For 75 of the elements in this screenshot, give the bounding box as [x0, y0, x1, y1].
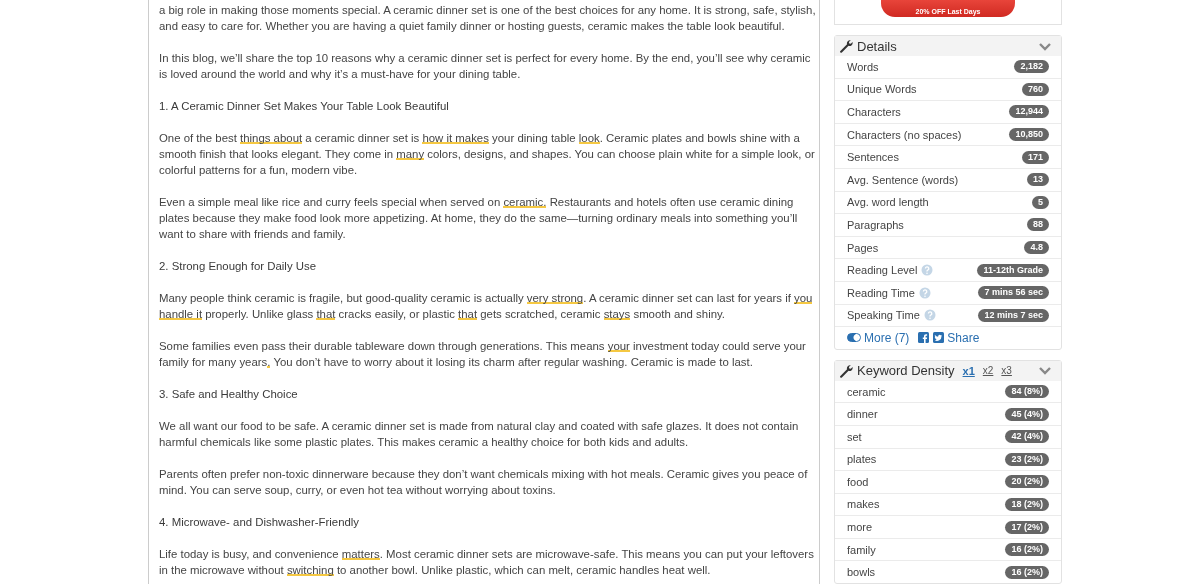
keyword-count: 45 (4%) — [1005, 407, 1049, 421]
keyword-count: 17 (2%) — [1005, 520, 1049, 534]
ngram-tab[interactable]: x1 — [962, 364, 975, 377]
keyword-count: 18 (2%) — [1005, 498, 1049, 511]
section-heading: 2. Strong Enough for Daily Use — [159, 259, 318, 274]
ngram-tab[interactable]: x3 — [1001, 365, 1012, 377]
stat-value: 4.8 — [1024, 241, 1049, 255]
panel-header[interactable]: Keyword Density x1 x2 x3 — [835, 360, 1061, 381]
keyword-label: family — [847, 543, 876, 556]
stat-label: Avg. Sentence (words) — [847, 173, 959, 186]
panel-header[interactable]: Details — [835, 36, 1061, 56]
stat-value: 10,850 — [1009, 128, 1049, 142]
paragraph: In this blog, we’ll share the top 10 reasons why a ceramic dinner set is perfect for every home. By the end, you’ll see why ceramic is loved around the world and why it’s a must-have for your dining table. — [159, 51, 812, 82]
paragraph: Many people think ceramic is fragile, but good-quality ceramic is actually very strong. A ceramic dinner set can last for years if you handle it properly. Unlike glass that cracks easily, or plastic that gets scratched, ceramic stays smooth and shiny. — [159, 291, 814, 322]
help-icon — [921, 264, 934, 277]
stat-label: Characters — [847, 106, 901, 118]
keyword-label: ceramic — [847, 385, 886, 398]
stat-label: Reading Level — [847, 264, 918, 277]
twitter-icon — [933, 332, 945, 344]
paragraph: Parents often prefer non-toxic dinnerware because they don’t want chemicals mixing with hot meals. Ceramic gives you peace of mind. You can serve soup, curry, or even hot tea without worrying about toxins. — [159, 467, 809, 498]
stat-value: 7 mins 56 sec — [978, 286, 1049, 300]
stat-label: Avg. word length — [847, 196, 929, 209]
panel-title: Details — [857, 38, 897, 54]
help-icon — [918, 286, 931, 299]
chevron-down-icon — [1039, 366, 1051, 376]
paragraph: One of the best things about a ceramic dinner set is how it makes your dining table look. Ceramic plates and bowls shine with a smooth finish that looks elegant. They come in many colors, designs, and shapes. You can choose plain white for a simple look, or colorful patterns for a fun, modern vibe. — [159, 131, 816, 178]
stat-value: 760 — [1021, 82, 1049, 96]
paragraph: We all want our food to be safe. A ceramic dinner set is made from natural clay and coated with safe glazes. It does not contain harmful chemicals like some plastic plates. This makes ceramic a healthy choice for both kids and adults. — [159, 419, 800, 450]
keyword-count: 20 (2%) — [1005, 475, 1049, 489]
keyword-label: food — [847, 475, 869, 488]
help-icon — [923, 309, 936, 322]
stat-value: 12 mins 7 sec — [978, 308, 1049, 322]
paragraph: Some families even pass their durable tableware down through generations. This means your investment today could serve your family for many years. You don’t have to worry about it losing its charm after regular washing. Ceramic is made to last. — [159, 339, 807, 370]
toggle-icon — [847, 333, 861, 343]
stat-value: 171 — [1021, 150, 1049, 164]
stat-label: Sentences — [847, 151, 899, 164]
ngram-tab[interactable]: x2 — [982, 365, 994, 377]
keyword-label: bowls — [847, 566, 876, 579]
more-link[interactable]: More (7) — [864, 330, 910, 345]
stat-value: 11-12th Grade — [977, 263, 1049, 277]
wrench-icon — [839, 38, 853, 54]
stat-label: Words — [847, 60, 879, 73]
keyword-label: plates — [847, 453, 877, 466]
stat-label: Characters (no spaces) — [847, 128, 962, 141]
text-editor[interactable] — [148, 0, 820, 584]
stat-value: 2,182 — [1014, 60, 1049, 74]
keyword-label: dinner — [847, 408, 878, 421]
stat-value: 88 — [1027, 218, 1049, 232]
stat-value: 5 — [1032, 195, 1049, 209]
chevron-down-icon — [1039, 41, 1051, 51]
paragraph: a big role in making those moments special. A ceramic dinner set is one of the best choices for any home. It is strong, safe, stylish, and easy to care for. Whether you are having a quiet family dinner or hosting guests, ceramic makes the table look beautiful. — [159, 3, 817, 34]
keyword-label: more — [847, 521, 873, 534]
stat-label: Pages — [847, 241, 879, 254]
facebook-icon — [918, 332, 930, 344]
paragraph: Even a simple meal like rice and curry feels special when served on ceramic. Restaurants and hotels often use ceramic dining plates because they make food look more appetizing. At home, they do the same—turning ordinary meals into something you’ll want to share with friends and family. — [159, 195, 799, 242]
keyword-count: 23 (2%) — [1005, 452, 1049, 466]
keyword-count: 16 (2%) — [1005, 565, 1049, 579]
wrench-icon — [839, 362, 853, 379]
stat-label: Speaking Time — [847, 309, 920, 322]
stat-value: 12,944 — [1009, 105, 1049, 119]
keyword-count: 84 (8%) — [1005, 385, 1049, 398]
panel-title: Keyword Density — [857, 363, 955, 379]
section-heading: 4. Microwave- and Dishwasher-Friendly — [159, 515, 361, 530]
keyword-count: 16 (2%) — [1005, 543, 1049, 557]
section-heading: 3. Safe and Healthy Choice — [159, 387, 299, 402]
stat-value: 13 — [1027, 173, 1049, 187]
share-link[interactable]: Share — [947, 330, 980, 345]
section-heading: 1. A Ceramic Dinner Set Makes Your Table Look Beautiful — [159, 99, 450, 114]
stat-label: Paragraphs — [847, 218, 904, 231]
keyword-count: 42 (4%) — [1005, 430, 1049, 444]
keyword-label: makes — [847, 498, 880, 511]
keyword-label: set — [847, 430, 862, 443]
stat-label: Unique Words — [847, 83, 917, 96]
stat-label: Reading Time — [847, 286, 915, 299]
paragraph: Life today is busy, and convenience matters. Most ceramic dinner sets are microwave-safe. This means you can put your leftovers in the microwave without switching to another bowl. Unlike plastic, which can melt, ceramic handles heat well. — [159, 547, 815, 578]
